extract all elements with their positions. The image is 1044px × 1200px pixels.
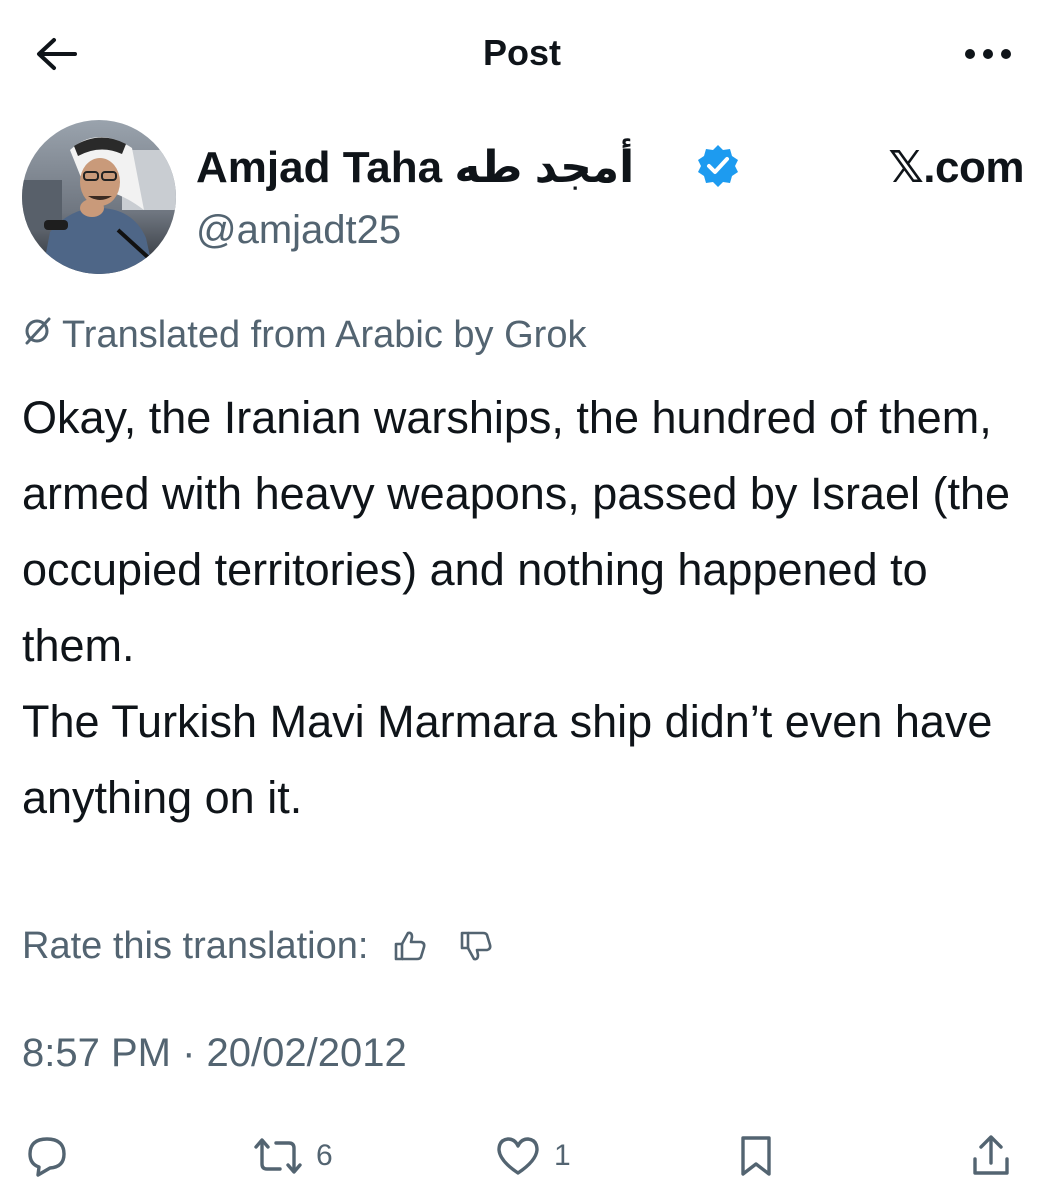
translation-notice-text: Translated from Arabic by Grok: [62, 314, 587, 356]
like-button[interactable]: 1: [494, 1124, 571, 1188]
rate-translation: Rate this translation:: [22, 918, 500, 974]
more-horizontal-icon: [965, 49, 1011, 59]
post-timestamp[interactable]: 8:57 PM · 20/02/2012: [22, 1028, 407, 1078]
post-paragraph: Okay, the Iranian warships, the hundred …: [22, 392, 1011, 671]
share-icon: [973, 1135, 1009, 1175]
user-handle[interactable]: @amjadt25: [196, 206, 401, 254]
reply-icon: [28, 1137, 66, 1177]
repost-button[interactable]: 6: [252, 1124, 333, 1188]
repost-icon: [254, 1138, 302, 1174]
thumbs-down-icon: [461, 931, 492, 961]
heart-icon: [497, 1137, 539, 1175]
post-text: Okay, the Iranian warships, the hundred …: [22, 380, 1022, 836]
reply-button[interactable]: [24, 1124, 70, 1188]
translation-notice: Translated from Arabic by Grok: [22, 310, 586, 360]
verified-badge-icon: [694, 142, 742, 190]
bookmark-button[interactable]: [734, 1124, 778, 1188]
page-title: Post: [482, 32, 561, 73]
repost-count: 6: [316, 1139, 333, 1172]
translate-icon: [22, 310, 62, 360]
display-name[interactable]: Amjad Taha أمجد طه: [196, 142, 634, 194]
thumbs-up-icon: [395, 931, 426, 961]
x-site-label: 𝕏.com: [888, 143, 1024, 192]
author-block: Amjad Taha أمجد طه @amjadt25 𝕏.com: [22, 120, 1024, 280]
rate-translation-label: Rate this translation:: [22, 924, 369, 967]
share-button[interactable]: [968, 1124, 1014, 1188]
more-options-button[interactable]: [958, 32, 1018, 76]
like-count: 1: [554, 1139, 571, 1172]
thumbs-down-button[interactable]: [452, 922, 500, 970]
avatar[interactable]: [22, 120, 176, 274]
top-bar: Post: [0, 0, 1044, 100]
post-paragraph: The Turkish Mavi Marmara ship didn’t eve…: [22, 696, 993, 823]
action-bar: 6 1: [0, 1124, 1044, 1188]
bookmark-icon: [741, 1136, 771, 1176]
thumbs-up-button[interactable]: [386, 922, 434, 970]
